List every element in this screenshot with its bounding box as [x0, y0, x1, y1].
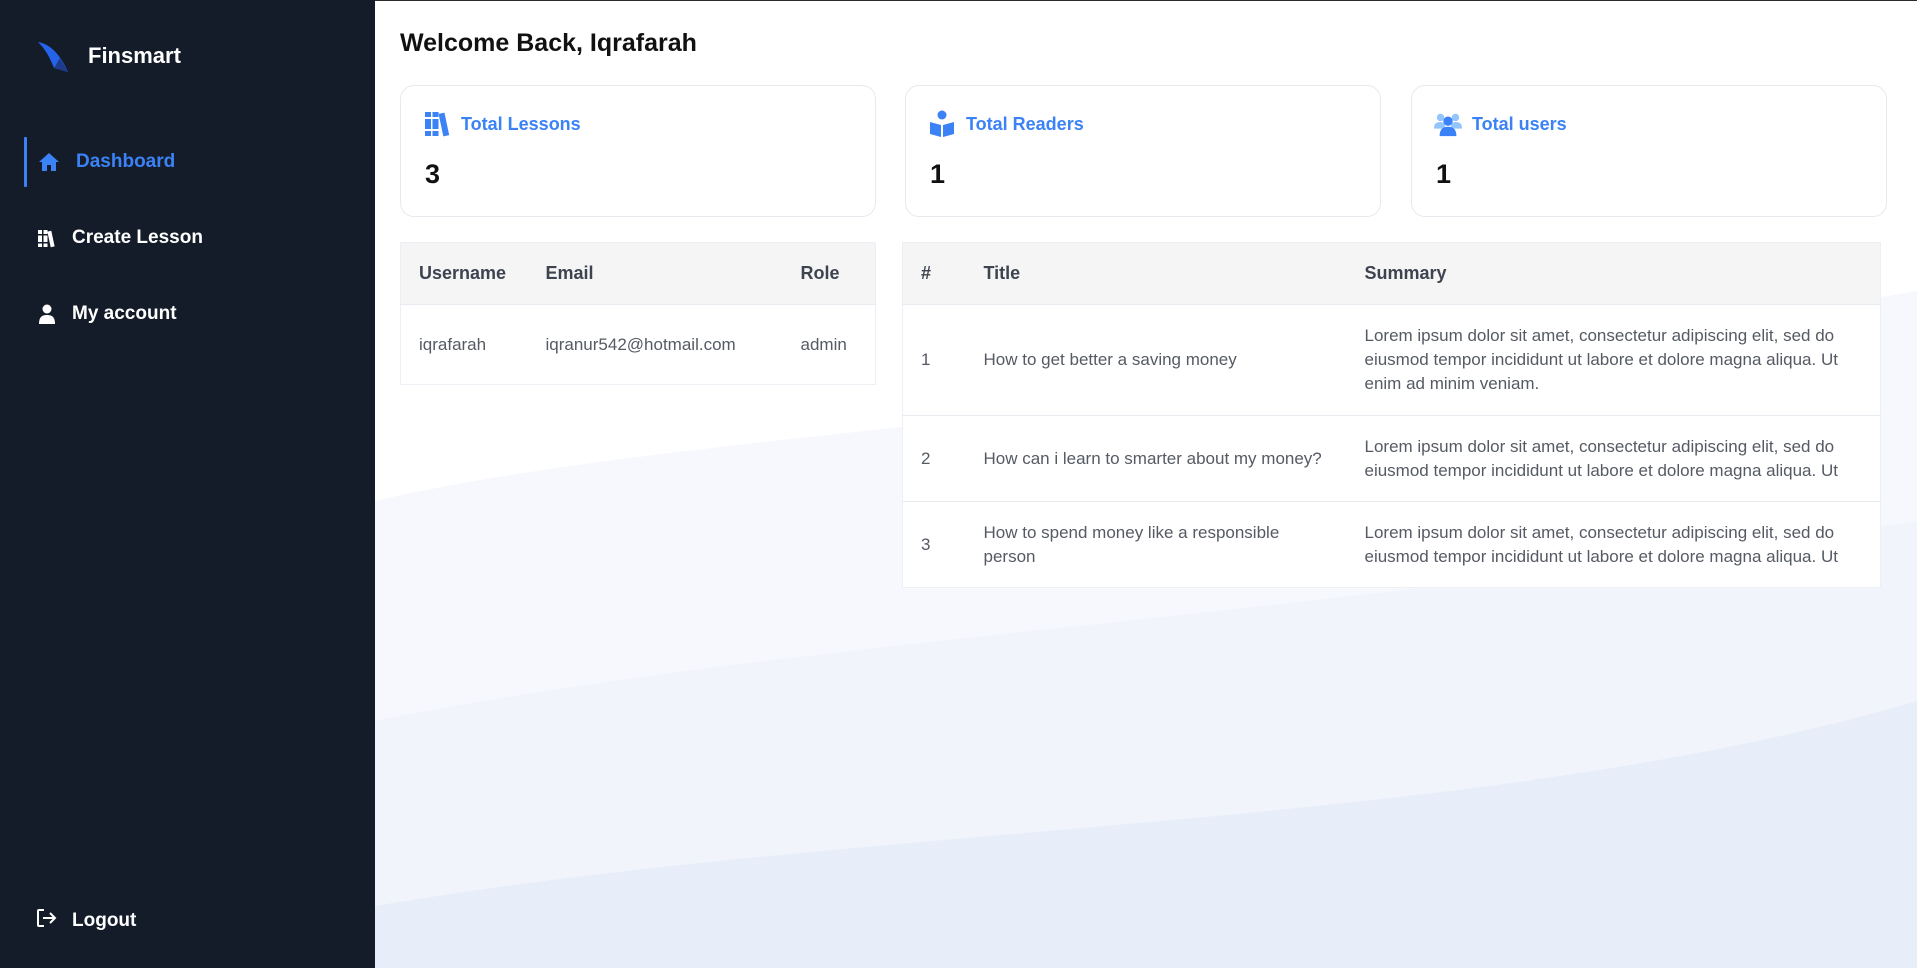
users-icon: [1434, 110, 1462, 138]
column-header-username: Username: [400, 242, 528, 305]
books-icon: [423, 110, 451, 138]
cell-username: iqrafarah: [400, 304, 528, 385]
cell-number: 3: [902, 501, 966, 588]
main-content: Welcome Back, Iqrafarah Total Lessons 3: [375, 0, 1917, 968]
brand[interactable]: Finsmart: [36, 38, 181, 74]
cell-title: How can i learn to smarter about my mone…: [965, 415, 1347, 502]
cell-number: 2: [902, 415, 966, 502]
stat-card-total-lessons: Total Lessons 3: [400, 85, 876, 217]
table-header-row: Username Email Role: [400, 242, 876, 305]
home-icon: [38, 151, 60, 173]
stat-title: Total users: [1472, 113, 1567, 134]
column-header-role: Role: [782, 242, 876, 305]
stat-card-total-users: Total users 1: [1411, 85, 1887, 217]
page-title: Welcome Back, Iqrafarah: [400, 29, 697, 57]
sidebar: Finsmart Dashboard Create Lesson My acco…: [0, 0, 375, 968]
sidebar-item-label: My account: [72, 303, 177, 324]
cell-role: admin: [782, 304, 876, 385]
column-header-number: #: [902, 242, 966, 305]
cell-number: 1: [902, 304, 966, 416]
users-table: Username Email Role iqrafarah iqranur542…: [400, 242, 876, 385]
stat-card-total-readers: Total Readers 1: [905, 85, 1381, 217]
stat-title: Total Readers: [966, 113, 1084, 134]
table-row[interactable]: 3 How to spend money like a responsible …: [902, 501, 1881, 588]
table-header-row: # Title Summary: [902, 242, 1881, 305]
logout-label: Logout: [72, 909, 137, 931]
cell-title: How to get better a saving money: [965, 304, 1347, 416]
cell-summary: Lorem ipsum dolor sit amet, consectetur …: [1346, 501, 1881, 588]
lessons-table: # Title Summary 1 How to get better a sa…: [902, 242, 1881, 588]
user-icon: [36, 303, 58, 325]
sidebar-nav: Dashboard Create Lesson My account: [0, 137, 375, 365]
cell-email: iqranur542@hotmail.com: [527, 304, 783, 385]
sidebar-item-dashboard[interactable]: Dashboard: [0, 137, 375, 187]
sidebar-item-label: Dashboard: [76, 151, 176, 172]
brand-name: Finsmart: [88, 43, 181, 68]
table-row[interactable]: 1 How to get better a saving money Lorem…: [902, 304, 1881, 416]
logout-icon: [36, 908, 58, 933]
summary-text: Lorem ipsum dolor sit amet, consectetur …: [1364, 326, 1838, 393]
sidebar-item-create-lesson[interactable]: Create Lesson: [0, 213, 375, 263]
stat-title: Total Lessons: [461, 113, 581, 134]
books-icon: [36, 227, 58, 249]
reader-icon: [928, 110, 956, 138]
stat-value: 1: [1436, 159, 1452, 189]
fin-logo-icon: [38, 42, 68, 72]
table-row[interactable]: iqrafarah iqranur542@hotmail.com admin: [400, 304, 876, 385]
column-header-summary: Summary: [1346, 242, 1881, 305]
logout-button[interactable]: Logout: [36, 908, 136, 933]
sidebar-item-label: Create Lesson: [72, 227, 203, 248]
summary-text: Lorem ipsum dolor sit amet, consectetur …: [1364, 436, 1838, 480]
cell-summary: Lorem ipsum dolor sit amet, consectetur …: [1346, 415, 1881, 502]
stat-value: 1: [930, 159, 946, 189]
cell-title: How to spend money like a responsible pe…: [965, 501, 1347, 588]
column-header-email: Email: [527, 242, 783, 305]
column-header-title: Title: [965, 242, 1347, 305]
sidebar-item-my-account[interactable]: My account: [0, 289, 375, 339]
summary-text: Lorem ipsum dolor sit amet, consectetur …: [1364, 522, 1838, 566]
table-row[interactable]: 2 How can i learn to smarter about my mo…: [902, 415, 1881, 502]
stat-value: 3: [425, 159, 441, 189]
cell-summary: Lorem ipsum dolor sit amet, consectetur …: [1346, 304, 1881, 416]
